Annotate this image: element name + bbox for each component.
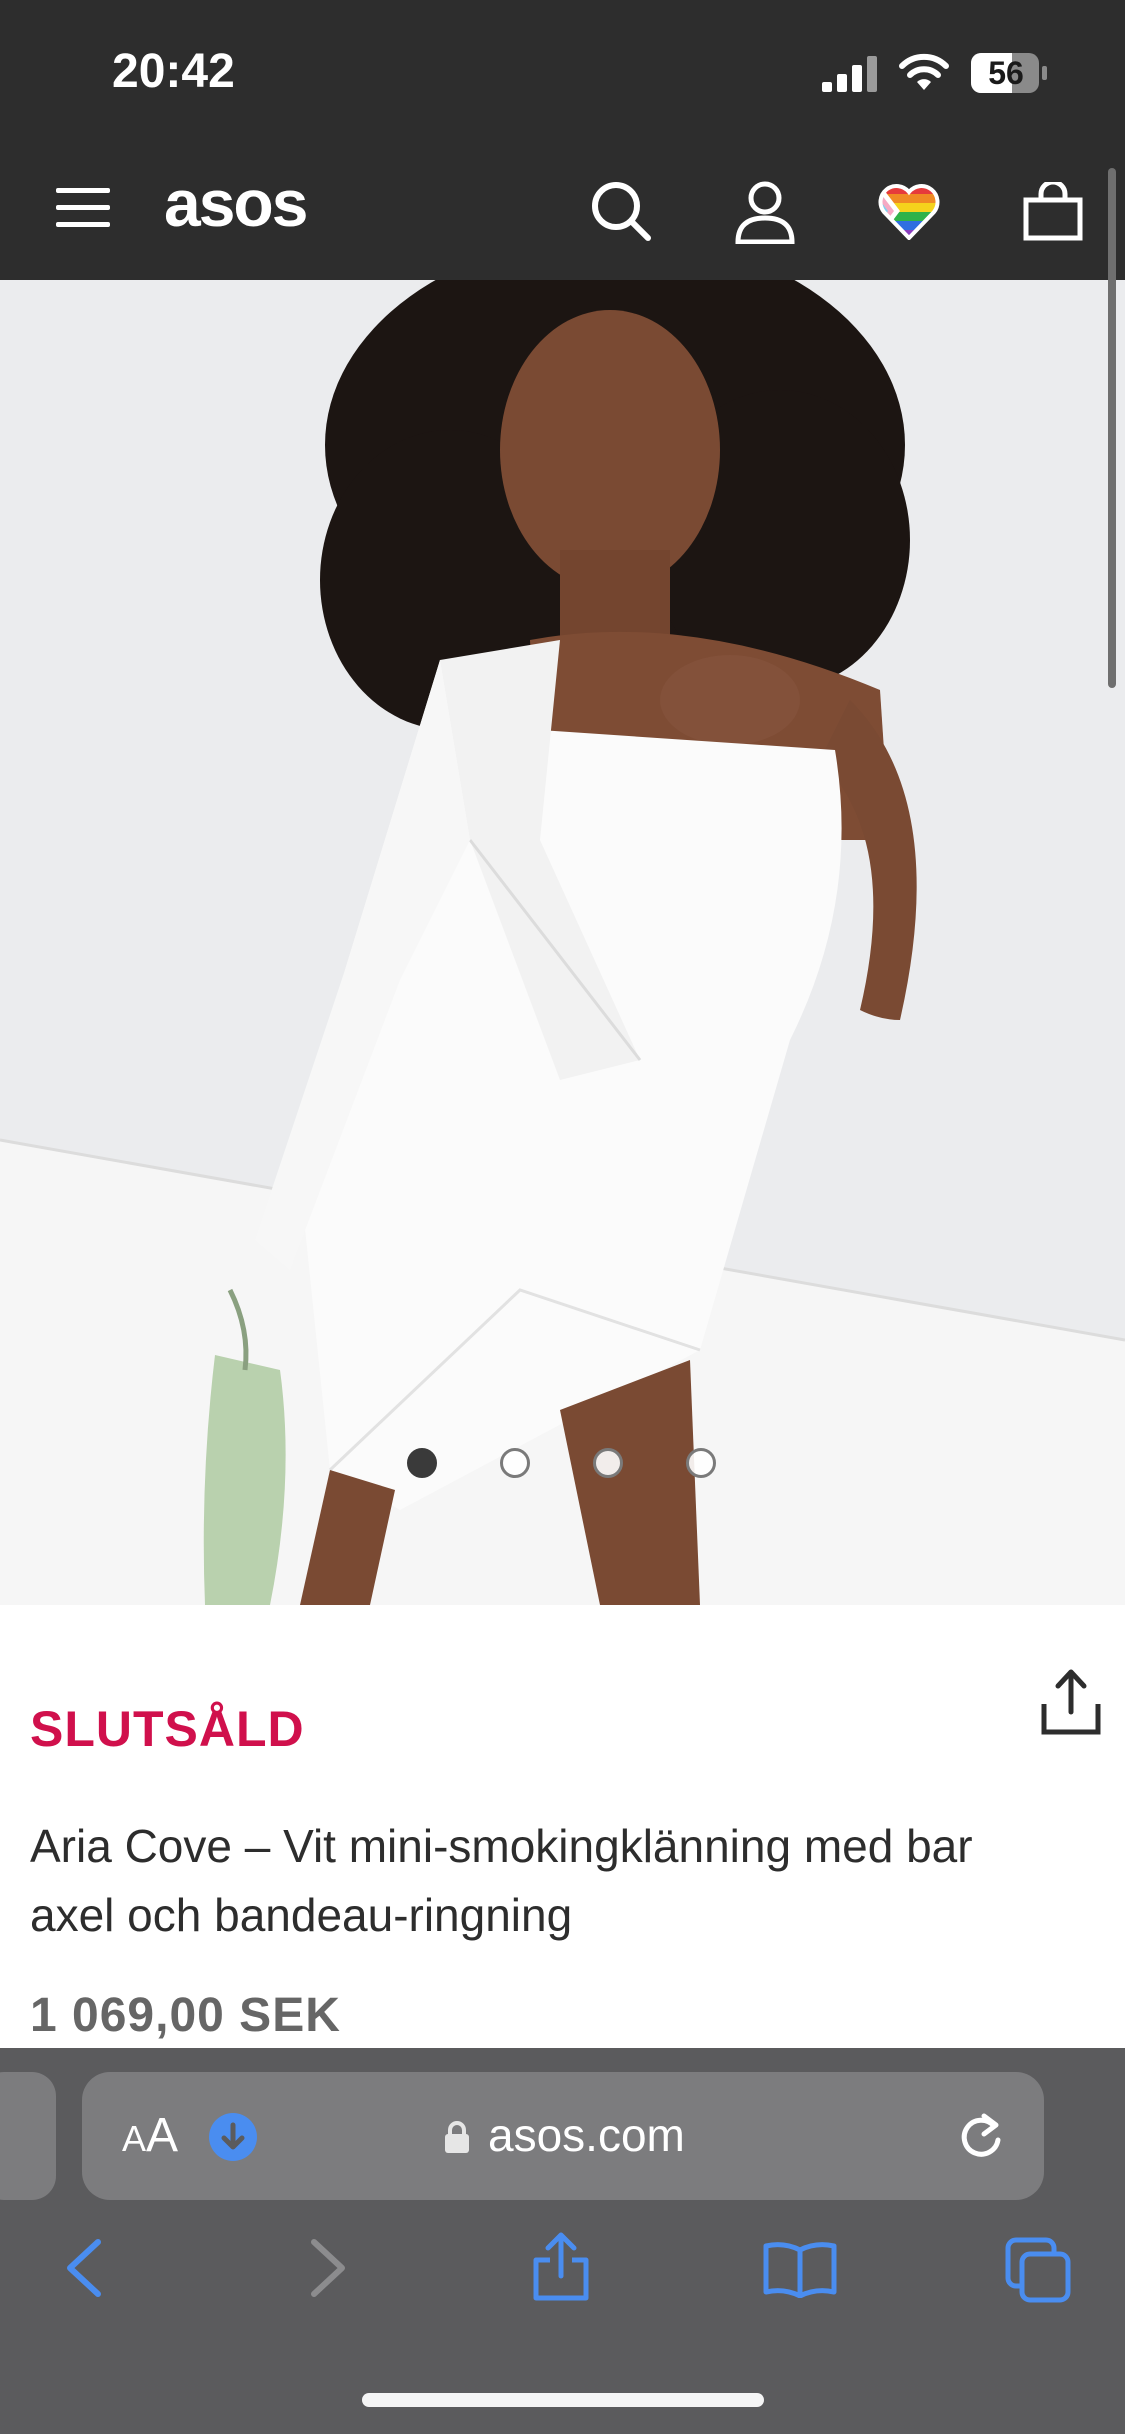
text-size-small-a: A [122, 2118, 147, 2159]
gallery-dot-2[interactable] [500, 1448, 530, 1478]
battery-icon: 56 [970, 52, 1048, 94]
product-image[interactable] [0, 280, 1125, 1605]
product-price: 1 069,00 SEK [30, 1989, 341, 2042]
back-icon[interactable] [62, 2236, 106, 2300]
signal-icon [822, 56, 877, 92]
status-bar: 20:42 56 [0, 0, 1125, 145]
share-icon[interactable] [1038, 1668, 1104, 1738]
account-icon[interactable] [734, 180, 796, 244]
saved-items-heart-icon[interactable] [878, 182, 940, 240]
url-text[interactable]: asos.com [488, 2108, 685, 2162]
search-icon[interactable] [590, 180, 652, 242]
lock-icon [445, 2121, 469, 2153]
bookmarks-icon[interactable] [762, 2240, 838, 2298]
forward-icon[interactable] [306, 2236, 350, 2300]
previous-tab-preview[interactable] [0, 2072, 56, 2200]
asos-logo[interactable]: asos [164, 165, 308, 241]
download-icon[interactable] [208, 2112, 258, 2162]
gallery-pagination [0, 1448, 1125, 1488]
reload-icon[interactable] [956, 2112, 1006, 2162]
wifi-icon [899, 53, 949, 90]
gallery-dot-4[interactable] [686, 1448, 716, 1478]
text-size-button[interactable]: AA [122, 2108, 178, 2163]
page-scrollbar[interactable] [1108, 168, 1116, 688]
sold-out-badge: SLUTSÅLD [30, 1701, 305, 1757]
tabs-icon[interactable] [1004, 2236, 1072, 2304]
menu-icon[interactable] [56, 186, 110, 230]
browser-share-icon[interactable] [530, 2230, 592, 2302]
gallery-dot-1[interactable] [407, 1448, 437, 1478]
status-time: 20:42 [112, 45, 235, 98]
battery-level: 56 [988, 55, 1024, 91]
bag-icon[interactable] [1022, 182, 1084, 242]
product-title: Aria Cove – Vit mini-smokingklänning med… [30, 1820, 973, 1941]
gallery-dot-3[interactable] [593, 1448, 623, 1478]
text-size-large-a: A [146, 2109, 179, 2162]
home-indicator[interactable] [362, 2393, 764, 2407]
